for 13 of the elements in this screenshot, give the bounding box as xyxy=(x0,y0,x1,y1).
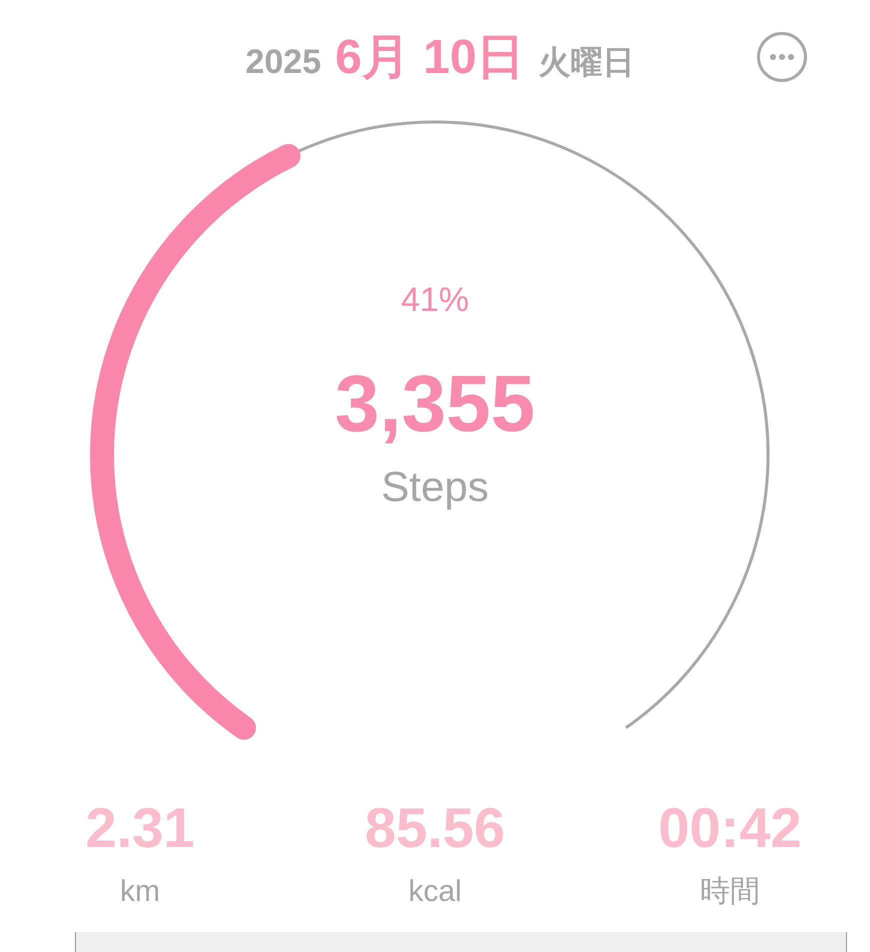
steps-label: Steps xyxy=(381,462,489,512)
date-text: 6月 10日 xyxy=(335,30,525,86)
percent-text: 41% xyxy=(400,280,470,320)
stat-unit: kcal xyxy=(408,874,462,910)
more-icon[interactable] xyxy=(756,31,808,83)
weekday-text: 火曜日 xyxy=(538,42,635,83)
stat-value: 85.56 xyxy=(364,796,506,860)
stat-value: 00:42 xyxy=(658,796,802,860)
step-count: 3,355 xyxy=(334,358,536,450)
stat-unit: km xyxy=(120,874,160,910)
stat-value: 2.31 xyxy=(86,796,194,860)
stat-unit: 時間 xyxy=(700,874,760,910)
year-text: 2025 xyxy=(245,43,322,82)
